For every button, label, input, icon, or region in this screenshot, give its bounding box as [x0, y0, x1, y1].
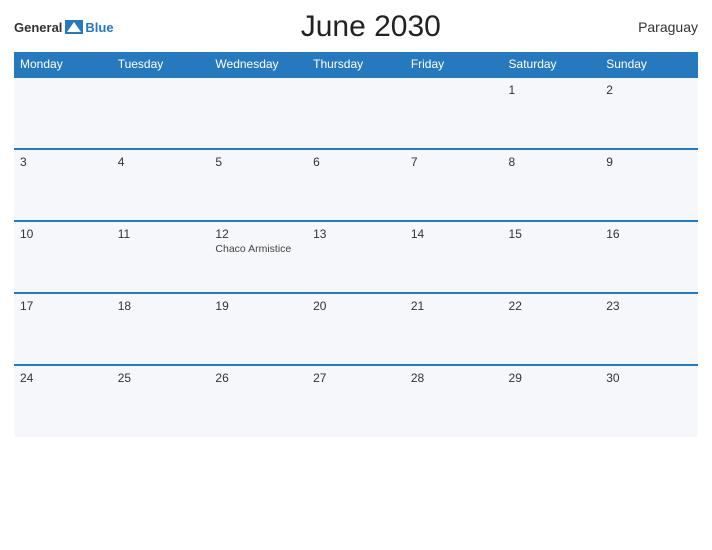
calendar-table: MondayTuesdayWednesdayThursdayFridaySatu… [14, 52, 698, 437]
day-number: 26 [215, 371, 301, 385]
day-number: 12 [215, 227, 301, 241]
calendar-day-cell: 2 [600, 77, 698, 149]
weekday-header-friday: Friday [405, 52, 503, 77]
logo-general-text: General [14, 21, 62, 34]
day-number: 24 [20, 371, 106, 385]
day-number: 23 [606, 299, 692, 313]
day-number: 7 [411, 155, 497, 169]
calendar-day-cell: 8 [503, 149, 601, 221]
day-number: 28 [411, 371, 497, 385]
weekday-header-saturday: Saturday [503, 52, 601, 77]
event-label: Chaco Armistice [215, 243, 301, 255]
calendar-day-cell: 26 [209, 365, 307, 437]
weekday-header-monday: Monday [14, 52, 112, 77]
day-number: 17 [20, 299, 106, 313]
calendar-day-cell: 18 [112, 293, 210, 365]
calendar-day-cell: 21 [405, 293, 503, 365]
calendar-day-cell: 15 [503, 221, 601, 293]
weekday-header-tuesday: Tuesday [112, 52, 210, 77]
calendar-day-cell [307, 77, 405, 149]
calendar-day-cell [405, 77, 503, 149]
day-number: 9 [606, 155, 692, 169]
calendar-day-cell: 29 [503, 365, 601, 437]
day-number: 5 [215, 155, 301, 169]
day-number: 19 [215, 299, 301, 313]
calendar-day-cell: 25 [112, 365, 210, 437]
calendar-day-cell: 9 [600, 149, 698, 221]
calendar-day-cell [14, 77, 112, 149]
calendar-day-cell: 17 [14, 293, 112, 365]
calendar-day-cell: 16 [600, 221, 698, 293]
weekday-header-wednesday: Wednesday [209, 52, 307, 77]
day-number: 20 [313, 299, 399, 313]
day-number: 21 [411, 299, 497, 313]
logo: General Blue [14, 20, 114, 34]
day-number: 13 [313, 227, 399, 241]
calendar-day-cell: 13 [307, 221, 405, 293]
calendar-day-cell: 12 Chaco Armistice [209, 221, 307, 293]
day-number: 25 [118, 371, 204, 385]
day-number: 22 [509, 299, 595, 313]
calendar-day-cell: 4 [112, 149, 210, 221]
calendar-week-row: 12 [14, 77, 698, 149]
calendar-day-cell: 10 [14, 221, 112, 293]
logo-blue-text: Blue [85, 21, 113, 34]
calendar-day-cell: 5 [209, 149, 307, 221]
calendar-day-cell: 30 [600, 365, 698, 437]
calendar-week-row: 24 25 26 27 28 29 30 [14, 365, 698, 437]
calendar-week-row: 3456789 [14, 149, 698, 221]
country-label: Paraguay [628, 19, 698, 35]
calendar-day-cell [112, 77, 210, 149]
calendar-week-row: 10 11 12 Chaco Armistice 13 14 15 16 [14, 221, 698, 293]
day-number: 2 [606, 83, 692, 97]
calendar-container: General Blue June 2030 Paraguay MondayTu… [0, 0, 712, 550]
day-number: 6 [313, 155, 399, 169]
calendar-day-cell: 6 [307, 149, 405, 221]
day-number: 15 [509, 227, 595, 241]
calendar-day-cell: 3 [14, 149, 112, 221]
day-number: 1 [509, 83, 595, 97]
calendar-day-cell: 11 [112, 221, 210, 293]
calendar-day-cell: 20 [307, 293, 405, 365]
calendar-title: June 2030 [114, 10, 628, 44]
calendar-day-cell: 28 [405, 365, 503, 437]
weekday-header-row: MondayTuesdayWednesdayThursdayFridaySatu… [14, 52, 698, 77]
calendar-day-cell [209, 77, 307, 149]
calendar-day-cell: 14 [405, 221, 503, 293]
weekday-header-sunday: Sunday [600, 52, 698, 77]
calendar-day-cell: 24 [14, 365, 112, 437]
day-number: 10 [20, 227, 106, 241]
weekday-header-thursday: Thursday [307, 52, 405, 77]
logo-flag-icon [65, 20, 83, 34]
calendar-day-cell: 27 [307, 365, 405, 437]
calendar-day-cell: 23 [600, 293, 698, 365]
day-number: 4 [118, 155, 204, 169]
header-row: General Blue June 2030 Paraguay [14, 10, 698, 44]
calendar-week-row: 17 18 19 20 21 22 23 [14, 293, 698, 365]
day-number: 3 [20, 155, 106, 169]
day-number: 14 [411, 227, 497, 241]
calendar-day-cell: 19 [209, 293, 307, 365]
calendar-day-cell: 22 [503, 293, 601, 365]
day-number: 16 [606, 227, 692, 241]
calendar-day-cell: 1 [503, 77, 601, 149]
day-number: 18 [118, 299, 204, 313]
day-number: 30 [606, 371, 692, 385]
day-number: 27 [313, 371, 399, 385]
day-number: 8 [509, 155, 595, 169]
calendar-day-cell: 7 [405, 149, 503, 221]
day-number: 11 [118, 227, 204, 241]
day-number: 29 [509, 371, 595, 385]
